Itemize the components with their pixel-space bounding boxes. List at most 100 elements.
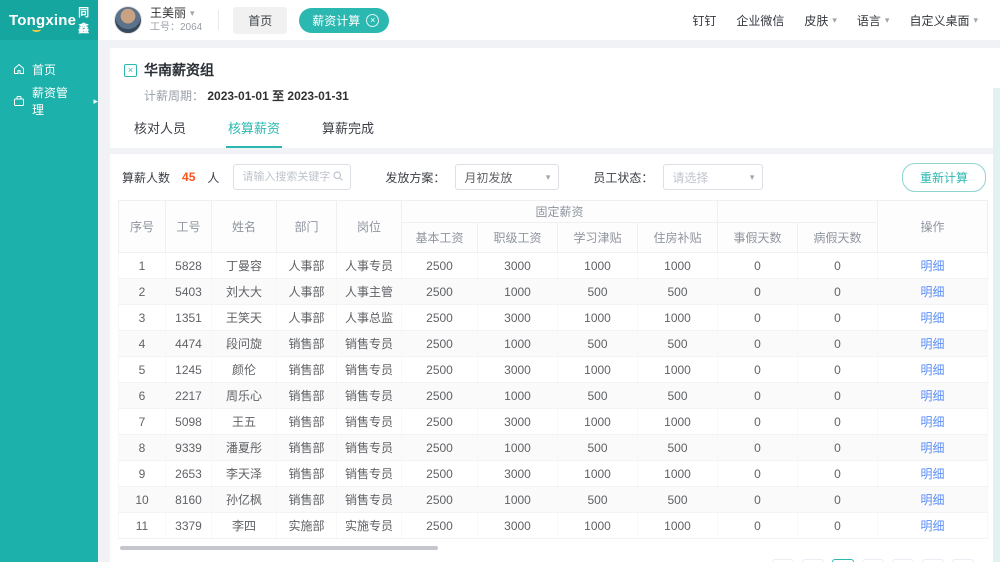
window-tab-home[interactable]: 首页: [233, 7, 287, 34]
table-cell: 5403: [166, 279, 212, 305]
user-info[interactable]: 王美丽 ▾ 工号：2064: [150, 6, 202, 35]
col-header-study-allowance: 学习津贴: [558, 223, 638, 253]
table-cell: 1000: [638, 461, 718, 487]
vertical-scrollbar[interactable]: [993, 88, 1000, 562]
table-cell-action: 明细: [878, 461, 988, 487]
table-cell: 销售专员: [337, 357, 402, 383]
divider: [218, 10, 219, 30]
brand-logo-text: Tongxine: [9, 12, 76, 29]
table-cell: 2500: [402, 513, 478, 539]
nav-label: 皮肤: [804, 12, 828, 29]
table-cell: 3000: [478, 253, 558, 279]
table-cell: 2500: [402, 383, 478, 409]
detail-link[interactable]: 明细: [921, 363, 945, 377]
nav-item-language[interactable]: 语言▾: [857, 12, 890, 29]
table-cell: 1000: [558, 513, 638, 539]
detail-link[interactable]: 明细: [921, 441, 945, 455]
wallet-icon: [13, 95, 25, 107]
nav-label: 语言: [857, 12, 881, 29]
plan-select[interactable]: 月初发放 ▾: [455, 164, 559, 190]
topbar: 王美丽 ▾ 工号：2064 首页 薪资计算 × 钉钉 企业微信 皮肤▾ 语言▾ …: [98, 0, 1000, 40]
table-cell: 500: [638, 487, 718, 513]
table-cell: 2653: [166, 461, 212, 487]
sidebar-item-payroll[interactable]: 薪资管理 ▸: [0, 86, 98, 116]
status-select[interactable]: 请选择 ▾: [663, 164, 763, 190]
recalculate-button[interactable]: 重新计算: [902, 163, 986, 192]
table-cell: 人事部: [277, 305, 337, 331]
tab-verify-staff[interactable]: 核对人员: [132, 118, 188, 148]
table-cell: 周乐心: [212, 383, 277, 409]
table-row: 89339潘夏彤销售部销售专员2500100050050000明细: [119, 435, 988, 461]
window-tab-label: 薪资计算: [312, 12, 360, 29]
table-cell-action: 明细: [878, 279, 988, 305]
status-value: 请选择: [672, 169, 708, 186]
table-cell: 销售部: [277, 435, 337, 461]
table-cell-action: 明细: [878, 487, 988, 513]
table-cell: 1000: [478, 487, 558, 513]
detail-link[interactable]: 明细: [921, 493, 945, 507]
table-row: 25403刘大大人事部人事主管2500100050050000明细: [119, 279, 988, 305]
nav-item-wecom[interactable]: 企业微信: [736, 12, 784, 29]
table-cell: 3000: [478, 461, 558, 487]
table-cell: 销售专员: [337, 435, 402, 461]
close-icon[interactable]: ×: [366, 14, 379, 27]
topbar-nav: 钉钉 企业微信 皮肤▾ 语言▾ 自定义桌面▾: [692, 12, 1000, 29]
table-cell: 2500: [402, 409, 478, 435]
table-card: 算薪人数 45 人 发放方案： 月初发放 ▾ 员工状态： 请选择 ▾ 重新计算: [110, 154, 1000, 562]
table-cell: 李天泽: [212, 461, 277, 487]
table-row: 51245颜伦销售部销售专员250030001000100000明细: [119, 357, 988, 383]
table-cell: 2500: [402, 487, 478, 513]
table-cell: 销售部: [277, 461, 337, 487]
detail-link[interactable]: 明细: [921, 467, 945, 481]
table-cell: 刘大大: [212, 279, 277, 305]
search-icon[interactable]: [332, 170, 344, 185]
horizontal-scrollbar[interactable]: [120, 546, 438, 550]
tab-calc-done[interactable]: 算薪完成: [320, 118, 376, 148]
table-cell: 2500: [402, 435, 478, 461]
avatar[interactable]: [114, 6, 142, 34]
col-header-empno: 工号: [166, 201, 212, 253]
detail-link[interactable]: 明细: [921, 415, 945, 429]
table-cell: 1000: [638, 409, 718, 435]
table-cell: 500: [558, 383, 638, 409]
brand-logo[interactable]: Tongxine 同鑫: [0, 0, 98, 40]
table-cell: 0: [718, 487, 798, 513]
table-row: 108160孙亿枫销售部销售专员2500100050050000明细: [119, 487, 988, 513]
count-label: 算薪人数: [122, 169, 170, 186]
table-cell: 3000: [478, 513, 558, 539]
col-header-housing-allowance: 住房补贴: [638, 223, 718, 253]
detail-link[interactable]: 明细: [921, 337, 945, 351]
table-cell: 1245: [166, 357, 212, 383]
search-input[interactable]: [242, 171, 332, 183]
table-cell: 1000: [638, 513, 718, 539]
detail-link[interactable]: 明细: [921, 519, 945, 533]
nav-item-skin[interactable]: 皮肤▾: [804, 12, 837, 29]
table-cell: 1000: [558, 357, 638, 383]
table-cell: 1000: [638, 305, 718, 331]
detail-link[interactable]: 明细: [921, 311, 945, 325]
table-cell-action: 明细: [878, 331, 988, 357]
table-cell: 500: [558, 487, 638, 513]
nav-item-dingtalk[interactable]: 钉钉: [692, 12, 716, 29]
table-cell: 颜伦: [212, 357, 277, 383]
table-cell: 人事部: [277, 279, 337, 305]
sidebar-item-home[interactable]: 首页: [0, 54, 98, 84]
window-tab-payroll-calc[interactable]: 薪资计算 ×: [299, 8, 389, 33]
detail-link[interactable]: 明细: [921, 389, 945, 403]
table-cell: 销售部: [277, 409, 337, 435]
detail-link[interactable]: 明细: [921, 285, 945, 299]
table-cell: 销售专员: [337, 487, 402, 513]
table-cell: 1000: [558, 253, 638, 279]
table-cell: 5: [119, 357, 166, 383]
sidebar-item-label: 薪资管理: [32, 84, 78, 118]
table-cell-action: 明细: [878, 383, 988, 409]
table-cell: 9: [119, 461, 166, 487]
table-row: 92653李天泽销售部销售专员250030001000100000明细: [119, 461, 988, 487]
tab-calc-salary[interactable]: 核算薪资: [226, 118, 282, 148]
nav-item-custom-desktop[interactable]: 自定义桌面▾: [909, 12, 978, 29]
filter-bar: 算薪人数 45 人 发放方案： 月初发放 ▾ 员工状态： 请选择 ▾ 重新计算: [110, 154, 1000, 200]
detail-link[interactable]: 明细: [921, 259, 945, 273]
table-cell: 丁曼容: [212, 253, 277, 279]
table-cell: 500: [638, 331, 718, 357]
table-cell: 0: [798, 305, 878, 331]
